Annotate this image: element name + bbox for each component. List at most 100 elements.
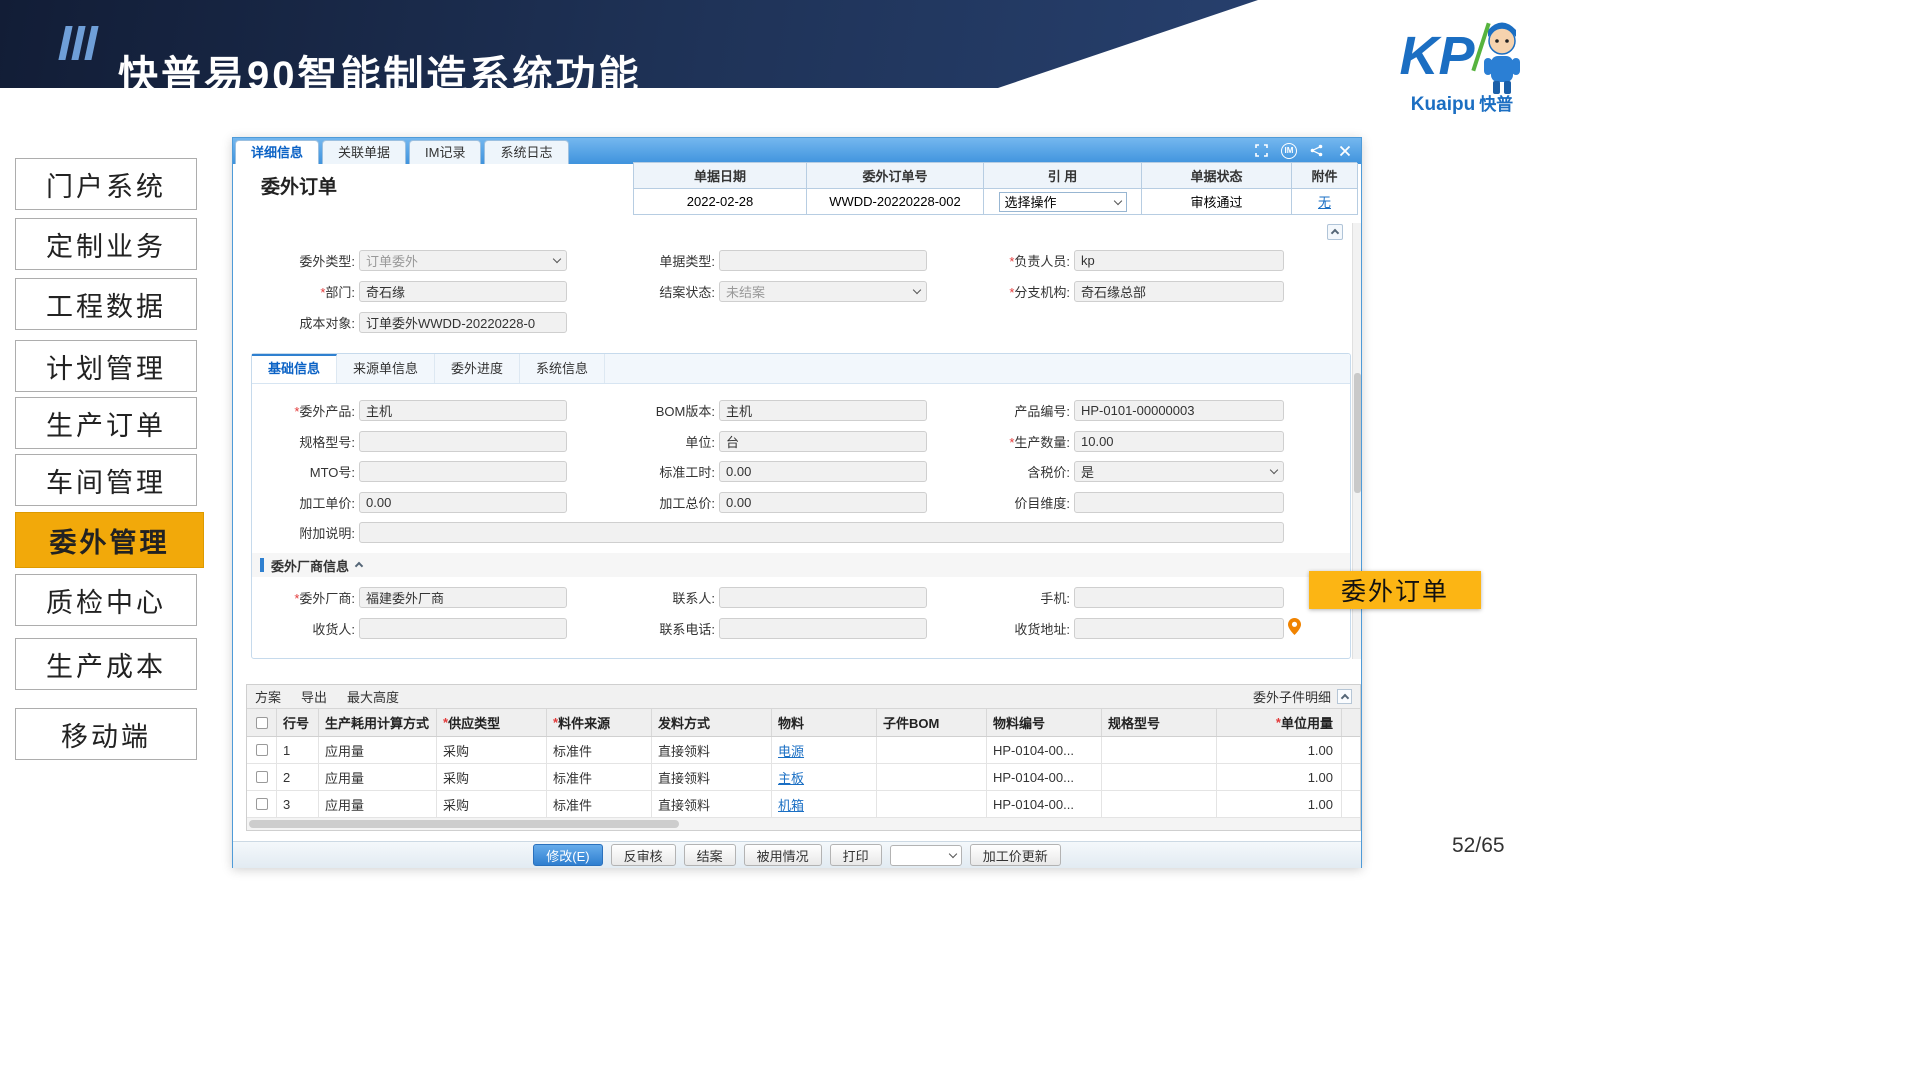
subtab-outsource-progress[interactable]: 委外进度 [435,354,520,383]
location-pin-icon[interactable] [1288,618,1301,638]
field-contact: 联系人: [623,586,927,608]
unit-price-input[interactable]: 0.00 [359,492,567,513]
field-close-status: 结案状态: 未结案 [623,280,927,302]
sidebar-item-workshop-management[interactable]: 车间管理 [15,454,197,506]
close-icon[interactable] [1336,142,1353,159]
table-row[interactable]: 1 应用量 采购 标准件 直接领料 电源 HP-0104-00... 1.00 [247,737,1360,764]
basic-info-subtabs: 基础信息 来源单信息 委外进度 系统信息 [252,354,1350,384]
address-input[interactable] [1074,618,1284,639]
grid-col-line-no[interactable]: 行号 [277,709,319,736]
grid-col-consumption-calc[interactable]: 生产耗用计算方式 [319,709,437,736]
sidebar-item-production-order[interactable]: 生产订单 [15,397,197,449]
tab-system-log[interactable]: 系统日志 [484,140,568,164]
note-textarea[interactable] [359,522,1284,543]
row-checkbox[interactable] [256,744,268,756]
processing-price-update-button[interactable]: 加工价更新 [970,844,1061,866]
tab-im-records[interactable]: IM记录 [409,140,481,164]
horizontal-scrollbar[interactable] [247,818,1360,830]
total-price-input[interactable]: 0.00 [719,492,927,513]
sidebar-item-outsourcing-management[interactable]: 委外管理 [15,512,204,568]
close-status-select[interactable]: 未结案 [719,281,927,302]
material-link[interactable]: 电源 [778,741,804,760]
doc-header-table: 单据日期 委外订单号 引 用 单据状态 附件 2022-02-28 WWDD-2… [633,162,1357,215]
tax-included-select[interactable]: 是 [1074,461,1284,482]
product-input[interactable]: 主机 [359,400,567,421]
attachment-link[interactable]: 无 [1318,192,1331,211]
close-case-button[interactable]: 结案 [684,844,736,866]
chevron-up-icon [1331,229,1339,237]
tab-detail-info[interactable]: 详细信息 [235,140,319,164]
header-col-attachment: 附件 [1292,163,1358,189]
doc-date-value: 2022-02-28 [634,189,807,215]
doc-type-input[interactable] [719,250,927,271]
phone-input[interactable] [719,618,927,639]
branch-input[interactable]: 奇石缘总部 [1074,281,1284,302]
grid-col-material[interactable]: 物料 [772,709,877,736]
outsource-type-select[interactable]: 订单委外 [359,250,567,271]
sidebar-item-quality-center[interactable]: 质检中心 [15,574,197,626]
page-number: 52/65 [1452,834,1505,858]
collapse-form-button[interactable] [1327,224,1343,240]
vendor-input[interactable]: 福建委外厂商 [359,587,567,608]
collapse-grid-button[interactable] [1337,689,1352,704]
scrollbar-thumb[interactable] [1354,373,1361,493]
im-icon[interactable]: IM [1281,143,1297,159]
material-link[interactable]: 主板 [778,768,804,787]
slide: 快普易90智能制造系统功能 KP Kuaipu快普 门户系统 定制业务 工程数据… [0,0,1920,1080]
unit-input[interactable]: 台 [719,431,927,452]
department-input[interactable]: 奇石缘 [359,281,567,302]
spec-input[interactable] [359,431,567,452]
sidebar-item-custom-business[interactable]: 定制业务 [15,218,197,270]
toolbar-export-button[interactable]: 导出 [301,687,327,706]
grid-col-supply-type[interactable]: *供应类型 [437,709,547,736]
mto-input[interactable] [359,461,567,482]
tab-related-docs[interactable]: 关联单据 [322,140,406,164]
collapse-section-icon[interactable] [355,562,363,570]
sidebar-item-portal[interactable]: 门户系统 [15,158,197,210]
grid-col-material-code[interactable]: 物料编号 [987,709,1102,736]
print-button[interactable]: 打印 [830,844,882,866]
scrollbar-thumb[interactable] [249,820,679,828]
usage-button[interactable]: 被用情况 [744,844,822,866]
sidebar-item-mobile[interactable]: 移动端 [15,708,197,760]
reference-action-select[interactable]: 选择操作 [999,192,1127,212]
more-actions-select[interactable] [890,845,962,866]
modify-button[interactable]: 修改(E) [533,844,602,866]
unapprove-button[interactable]: 反审核 [611,844,676,866]
grid-col-issue-method[interactable]: 发料方式 [652,709,772,736]
subtab-source-doc[interactable]: 来源单信息 [337,354,435,383]
sidebar-item-production-cost[interactable]: 生产成本 [15,638,197,690]
price-dimension-input[interactable] [1074,492,1284,513]
fullscreen-icon[interactable] [1253,142,1270,159]
grid-col-spec[interactable]: 规格型号 [1102,709,1217,736]
table-row[interactable]: 3 应用量 采购 标准件 直接领料 机箱 HP-0104-00... 1.00 [247,791,1360,818]
owner-input[interactable]: kp [1074,250,1284,271]
grid-col-material-source[interactable]: *料件来源 [547,709,652,736]
footer-button-bar: 修改(E) 反审核 结案 被用情况 打印 加工价更新 [233,841,1361,868]
subtab-system-info[interactable]: 系统信息 [520,354,605,383]
grid-header-row: 行号 生产耗用计算方式 *供应类型 *料件来源 发料方式 物料 子件BOM 物料… [247,709,1360,737]
cost-object-input[interactable]: 订单委外WWDD-20220228-0 [359,312,567,333]
contact-input[interactable] [719,587,927,608]
product-code-input[interactable]: HP-0101-00000003 [1074,400,1284,421]
table-row[interactable]: 2 应用量 采购 标准件 直接领料 主板 HP-0104-00... 1.00 [247,764,1360,791]
sidebar-item-plan-management[interactable]: 计划管理 [15,340,197,392]
grid-col-child-bom[interactable]: 子件BOM [877,709,987,736]
row-checkbox[interactable] [256,798,268,810]
production-qty-input[interactable]: 10.00 [1074,431,1284,452]
bom-version-input[interactable]: 主机 [719,400,927,421]
select-all-checkbox[interactable] [256,717,268,729]
window-titlebar: 详细信息 关联单据 IM记录 系统日志 IM [233,138,1361,164]
grid-col-unit-usage[interactable]: *单位用量 [1217,709,1342,736]
toolbar-max-height-button[interactable]: 最大高度 [347,687,399,706]
subtab-basic-info[interactable]: 基础信息 [252,354,337,383]
field-total-price: 加工总价: 0.00 [623,491,927,513]
toolbar-scheme-button[interactable]: 方案 [255,687,281,706]
share-icon[interactable] [1308,142,1325,159]
receiver-input[interactable] [359,618,567,639]
std-hours-input[interactable]: 0.00 [719,461,927,482]
sidebar-item-engineering-data[interactable]: 工程数据 [15,278,197,330]
material-link[interactable]: 机箱 [778,795,804,814]
mobile-input[interactable] [1074,587,1284,608]
row-checkbox[interactable] [256,771,268,783]
